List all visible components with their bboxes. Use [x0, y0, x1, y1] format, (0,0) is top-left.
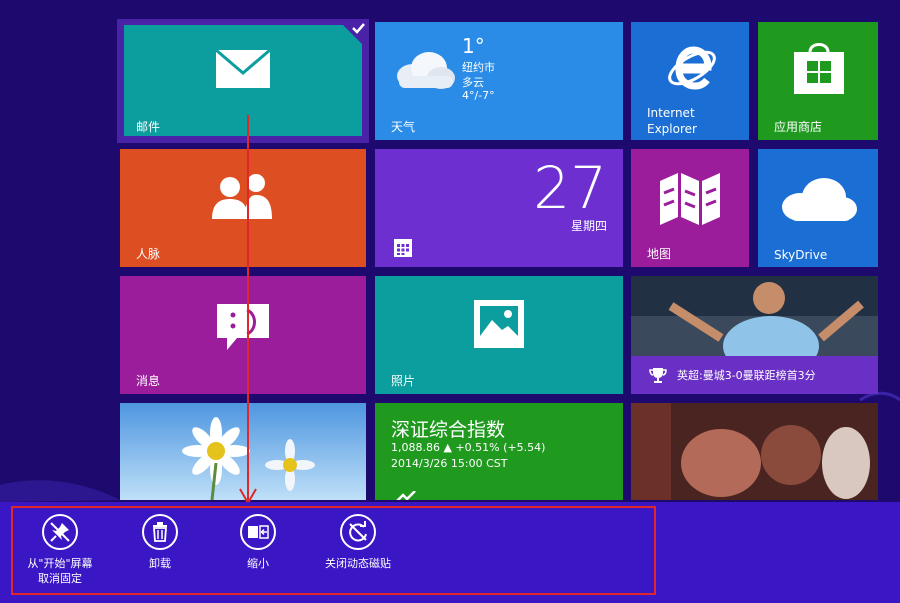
tile-photos-label: 照片 [391, 374, 416, 388]
selected-check-icon [337, 19, 369, 51]
tile-ie-label-line2: Explorer [647, 122, 697, 136]
ie-logo-icon [668, 46, 716, 90]
tile-weather[interactable]: 1° 纽约市 多云 4°/-7° 天气 [375, 22, 623, 140]
news-photo [631, 403, 878, 500]
weather-range: 4°/-7° [462, 89, 495, 102]
live-tile-off-label: 关闭动态磁贴 [325, 557, 391, 570]
finance-title: 深证综合指数 [391, 419, 506, 441]
mail-icon [215, 49, 271, 88]
finance-line2: 2014/3/26 15:00 CST [391, 457, 508, 470]
resize-smaller-icon [240, 514, 276, 550]
tile-calendar[interactable]: 27 星期四 [375, 149, 623, 267]
turn-off-live-tile-button[interactable]: 关闭动态磁贴 [310, 514, 406, 571]
tile-store-label: 应用商店 [774, 120, 823, 134]
skydrive-cloud-icon [782, 178, 857, 221]
calendar-weekday: 星期四 [570, 219, 607, 233]
tile-messaging-label: 消息 [136, 374, 161, 388]
live-tile-off-icon [340, 514, 376, 550]
tile-finance[interactable]: 深证综合指数 1,088.86 ▲ +0.51% (+5.54) 2014/3/… [375, 403, 623, 500]
tile-maps-label: 地图 [647, 247, 672, 261]
tile-weather-label: 天气 [391, 120, 416, 134]
tile-sports[interactable]: 英超:曼城3-0曼联距榜首3分 [631, 276, 878, 394]
calendar-day: 27 [533, 154, 607, 222]
tile-store[interactable]: 应用商店 [758, 22, 878, 140]
cloud-icon [397, 52, 455, 89]
tile-photos[interactable]: 照片 [375, 276, 623, 394]
trash-icon [142, 514, 178, 550]
drag-arrow-annotation [239, 115, 257, 506]
tile-skydrive[interactable]: SkyDrive [758, 149, 878, 267]
finance-line1: 1,088.86 ▲ +0.51% (+5.54) [391, 441, 546, 454]
resize-label: 缩小 [247, 557, 269, 570]
sports-caption-bar: 英超:曼城3-0曼联距榜首3分 [631, 356, 878, 394]
trophy-icon [649, 368, 667, 383]
app-bar: 从"开始"屏幕 取消固定 卸载 缩小 关闭动态磁贴 [0, 502, 900, 603]
sports-photo [631, 276, 878, 356]
uninstall-button[interactable]: 卸载 [112, 514, 208, 571]
tile-internet-explorer[interactable]: Internet Explorer [631, 22, 749, 140]
finance-trend-icon [396, 491, 416, 500]
tile-news[interactable] [631, 403, 878, 500]
photos-icon [474, 300, 524, 348]
weather-temp: 1° [462, 34, 485, 58]
unpin-icon [42, 514, 78, 550]
tile-maps[interactable]: 地图 [631, 149, 749, 267]
tile-mail-label: 邮件 [136, 120, 161, 134]
map-icon [660, 173, 720, 225]
tile-ie-label-line1: Internet [647, 106, 695, 120]
calendar-icon [394, 239, 412, 257]
weather-city: 纽约市 [462, 61, 495, 74]
unpin-label-line1: 从"开始"屏幕 [27, 557, 93, 570]
weather-condition: 多云 [462, 76, 484, 89]
store-bag-icon [794, 43, 844, 94]
unpin-label-line2: 取消固定 [38, 572, 82, 585]
tile-skydrive-label: SkyDrive [774, 248, 828, 262]
uninstall-label: 卸载 [149, 557, 171, 570]
unpin-button[interactable]: 从"开始"屏幕 取消固定 [12, 514, 108, 586]
tile-people-label: 人脉 [136, 247, 161, 261]
resize-button[interactable]: 缩小 [210, 514, 306, 571]
sports-caption: 英超:曼城3-0曼联距榜首3分 [677, 369, 816, 382]
